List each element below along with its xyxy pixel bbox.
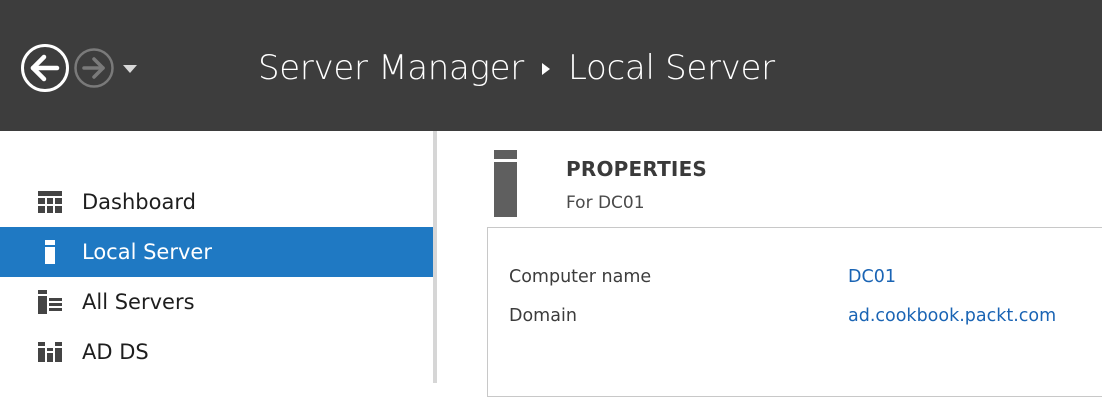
sidebar-item-ad-ds[interactable]: AD DS [0,327,433,377]
sidebar: Dashboard Local Server All Servers AD DS [0,131,433,383]
sidebar-item-local-server[interactable]: Local Server [0,227,433,277]
breadcrumb-separator-icon [530,58,562,78]
caret-down-icon[interactable] [120,55,140,81]
sidebar-item-label: All Servers [82,290,195,314]
sidebar-item-all-servers[interactable]: All Servers [0,277,433,327]
dashboard-grid-icon [37,189,63,215]
back-arrow-icon[interactable] [20,43,70,93]
server-icon [37,239,63,265]
ad-ds-icon [37,339,63,365]
domain-label: Domain [509,306,577,326]
breadcrumb-local-server[interactable]: Local Server [568,48,775,88]
sidebar-item-label: Dashboard [82,190,196,214]
breadcrumb: Server Manager Local Server [258,40,775,96]
forward-arrow-icon[interactable] [73,47,115,89]
properties-title: PROPERTIES [566,157,708,181]
breadcrumb-server-manager[interactable]: Server Manager [258,48,524,88]
domain-value[interactable]: ad.cookbook.packt.com [848,306,1056,326]
sidebar-item-label: Local Server [82,240,212,264]
sidebar-item-label: AD DS [82,340,149,364]
computer-name-label: Computer name [509,267,652,287]
server-tower-icon [494,150,517,217]
all-servers-icon [37,289,63,315]
sidebar-item-dashboard[interactable]: Dashboard [0,177,433,227]
title-bar: Server Manager Local Server [0,0,1102,131]
properties-subtitle: For DC01 [566,193,645,213]
computer-name-value[interactable]: DC01 [848,267,896,287]
sidebar-divider [433,131,437,383]
